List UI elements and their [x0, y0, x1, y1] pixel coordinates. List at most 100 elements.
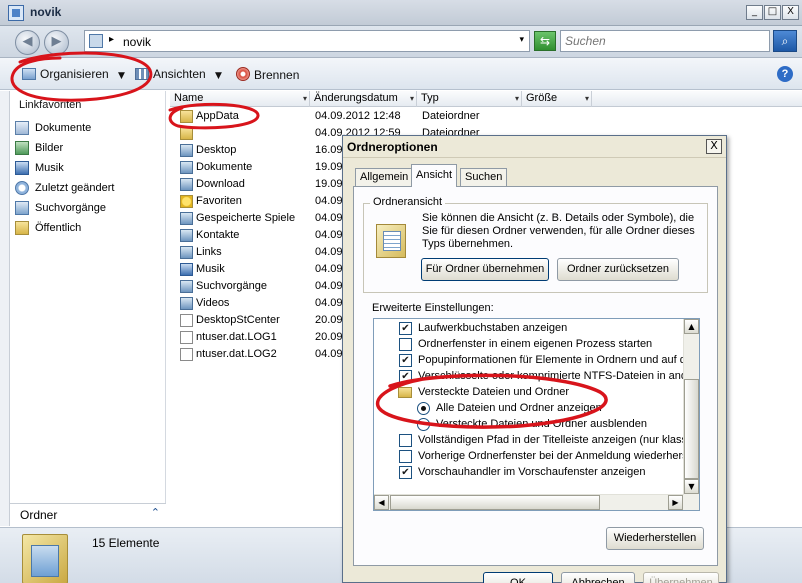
settings-option[interactable]: Versteckte Dateien und Ordner — [374, 385, 684, 401]
chevron-up-icon[interactable]: ⌃ — [151, 506, 160, 519]
nav-item-searches[interactable]: Suchvorgänge — [13, 200, 106, 218]
horizontal-scroll-thumb[interactable] — [390, 495, 600, 510]
vertical-scroll-thumb[interactable] — [684, 379, 699, 479]
column-date-dropdown-icon[interactable]: ▾ — [410, 91, 414, 106]
settings-option[interactable]: Alle Dateien und Ordner anzeigen — [374, 401, 684, 417]
nav-item-public[interactable]: Öffentlich — [13, 220, 81, 238]
folders-label: Ordner — [20, 508, 58, 522]
settings-option-label: Ordnerfenster in einem eigenen Prozess s… — [418, 338, 653, 350]
file-date: 04.09 — [315, 297, 343, 309]
address-path[interactable]: novik — [123, 35, 151, 49]
file-date: 04.09 — [315, 263, 343, 275]
minimize-button[interactable]: _ — [746, 5, 763, 20]
views-button[interactable]: Ansichten ▼ — [135, 67, 222, 81]
settings-option[interactable]: Ordnerfenster in einem eigenen Prozess s… — [374, 337, 684, 353]
settings-option[interactable]: Versteckte Dateien und Ordner ausblenden — [374, 417, 684, 433]
cancel-button[interactable]: Abbrechen — [561, 572, 635, 583]
tab-general[interactable]: Allgemein — [355, 168, 414, 186]
organize-label: Organisieren — [40, 67, 109, 81]
column-name[interactable]: Name ▾ — [170, 91, 310, 107]
advanced-settings-list[interactable]: ✔ Laufwerkbuchstaben anzeigen Ordnerfenste… — [373, 318, 700, 511]
column-type-dropdown-icon[interactable]: ▾ — [515, 91, 519, 106]
address-dropdown-icon[interactable]: ▾ — [519, 35, 524, 45]
checkbox-checked-icon[interactable]: ✔ — [399, 466, 412, 479]
help-icon[interactable]: ? — [777, 66, 793, 82]
radio-icon[interactable] — [417, 418, 430, 431]
maximize-button[interactable]: □ — [764, 5, 781, 20]
search-button[interactable]: ⌕ — [773, 30, 797, 52]
nav-item-recent[interactable]: Zuletzt geändert — [13, 180, 115, 198]
nav-item-documents[interactable]: Dokumente — [13, 120, 91, 138]
horizontal-scrollbar[interactable]: ◀ ▶ — [374, 494, 684, 510]
scroll-left-button[interactable]: ◀ — [374, 495, 389, 510]
apply-to-folders-button[interactable]: Für Ordner übernehmen — [421, 258, 549, 281]
file-name: Gespeicherte Spiele — [196, 212, 296, 224]
vertical-scrollbar[interactable]: ▲ ▼ — [683, 319, 699, 510]
views-label: Ansichten — [153, 67, 206, 81]
restore-defaults-button[interactable]: Wiederherstellen — [606, 527, 704, 550]
ok-button[interactable]: OK — [483, 572, 553, 583]
column-name-dropdown-icon[interactable]: ▾ — [303, 91, 307, 106]
nav-item-pictures[interactable]: Bilder — [13, 140, 63, 158]
scroll-right-button[interactable]: ▶ — [668, 495, 683, 510]
organize-button[interactable]: Organisieren ▼ — [22, 67, 125, 81]
back-button[interactable]: ◀ — [15, 30, 40, 55]
settings-option[interactable]: Vorherige Ordnerfenster bei der Anmeldun… — [374, 449, 697, 465]
recent-icon — [15, 181, 29, 195]
column-headers: Name ▾ Änderungsdatum ▾ Typ ▾ Größe ▾ — [170, 91, 802, 107]
nav-item-label: Bilder — [35, 142, 64, 154]
tab-view[interactable]: Ansicht — [411, 164, 458, 187]
burn-button[interactable]: Brennen — [236, 67, 299, 82]
radio-selected-icon[interactable] — [417, 402, 430, 415]
tab-search[interactable]: Suchen — [460, 168, 508, 186]
search-input[interactable] — [560, 30, 770, 52]
checkbox-icon[interactable] — [399, 338, 412, 351]
settings-option-label: Popupinformationen für Elemente in Ordne… — [418, 354, 699, 366]
organize-dropdown-icon: ▼ — [118, 71, 125, 81]
checkbox-checked-icon[interactable]: ✔ — [399, 354, 412, 367]
checkbox-checked-icon[interactable]: ✔ — [399, 370, 412, 383]
settings-option[interactable]: ✔ Verschlüsselte oder komprimierte NTFS-D… — [374, 369, 697, 385]
dialog-close-button[interactable]: X — [706, 139, 722, 154]
advanced-settings-label: Erweiterte Einstellungen: — [372, 302, 494, 314]
folder-icon — [398, 387, 412, 398]
column-name-label: Name — [174, 92, 204, 104]
folders-toggle[interactable]: Ordner ⌃ — [10, 503, 166, 526]
file-icon — [180, 331, 193, 344]
navigation-bar: ◀ ▶ ▸ novik ▾ ⇆ ⌕ — [0, 26, 802, 58]
file-date: 19.09 — [315, 161, 343, 173]
explorer-titlebar[interactable]: novik _ □ X — [0, 0, 802, 26]
close-button[interactable]: X — [782, 5, 799, 20]
column-size-dropdown-icon[interactable]: ▾ — [585, 91, 589, 106]
scroll-down-button[interactable]: ▼ — [684, 479, 699, 494]
forward-button[interactable]: ▶ — [44, 30, 69, 55]
settings-option[interactable]: Vollständigen Pfad in der Titelleiste an… — [374, 433, 695, 449]
file-date: 19.09 — [315, 178, 343, 190]
column-date[interactable]: Änderungsdatum ▾ — [310, 91, 417, 107]
dialog-titlebar[interactable]: Ordneroptionen X — [343, 136, 726, 158]
file-icon — [180, 314, 193, 327]
favorite-links-heading: Linkfavoriten — [19, 99, 82, 111]
file-name: Favoriten — [196, 195, 242, 207]
checkbox-icon[interactable] — [399, 450, 412, 463]
address-bar[interactable]: ▸ novik ▾ — [84, 30, 530, 52]
reset-folders-button[interactable]: Ordner zurücksetzen — [557, 258, 679, 281]
column-type[interactable]: Typ ▾ — [417, 91, 522, 107]
column-size[interactable]: Größe ▾ — [522, 91, 592, 107]
settings-option[interactable]: ✔ Popupinformationen für Elemente in Ordn… — [374, 353, 698, 369]
checkbox-checked-icon[interactable]: ✔ — [399, 322, 412, 335]
apply-button[interactable]: Übernehmen — [643, 572, 719, 583]
folder-view-group-title: Ordneransicht — [370, 196, 446, 208]
nav-item-music[interactable]: Musik — [13, 160, 64, 178]
settings-option[interactable]: ✔ Laufwerkbuchstaben anzeigen — [374, 321, 684, 337]
scroll-up-button[interactable]: ▲ — [684, 319, 699, 334]
music-icon — [15, 161, 29, 175]
refresh-button[interactable]: ⇆ — [534, 31, 556, 51]
address-separator-icon[interactable]: ▸ — [109, 34, 114, 45]
file-name: Videos — [196, 297, 230, 309]
file-row[interactable]: AppData 04.09.2012 12:48 Dateiordner — [180, 108, 620, 125]
nav-item-label: Suchvorgänge — [35, 202, 106, 214]
settings-option-label: Laufwerkbuchstaben anzeigen — [418, 322, 568, 334]
settings-option[interactable]: ✔ Vorschauhandler im Vorschaufenster anze… — [374, 465, 684, 481]
checkbox-icon[interactable] — [399, 434, 412, 447]
